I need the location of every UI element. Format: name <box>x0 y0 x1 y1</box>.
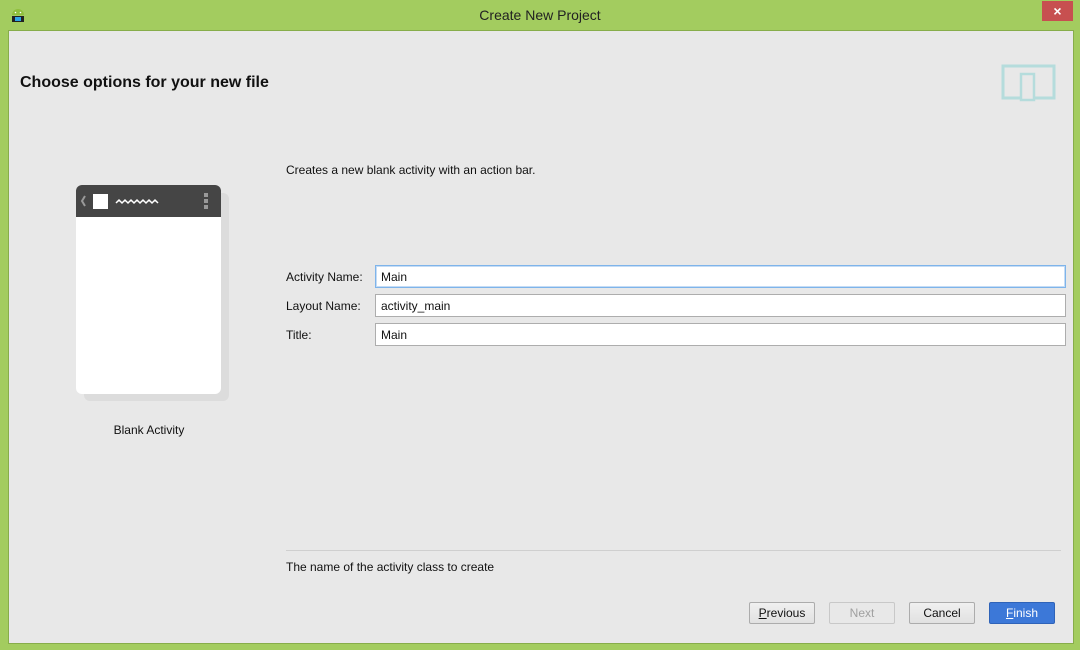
dialog-content: Choose options for your new file Blank A… <box>8 30 1074 644</box>
close-button[interactable]: × <box>1042 1 1073 21</box>
template-description: Creates a new blank activity with an act… <box>286 163 536 177</box>
window-title: Create New Project <box>479 7 601 23</box>
template-name: Blank Activity <box>113 423 185 437</box>
title-label: Title: <box>286 328 312 342</box>
divider <box>286 550 1061 551</box>
layout-name-input[interactable] <box>375 294 1066 317</box>
activity-name-label: Activity Name: <box>286 270 363 284</box>
previous-button[interactable]: Previous <box>749 602 815 624</box>
close-icon: × <box>1053 3 1062 19</box>
next-button[interactable]: Next <box>829 602 895 624</box>
phone-mockup <box>76 185 221 394</box>
cancel-button[interactable]: Cancel <box>909 602 975 624</box>
devices-icon <box>1001 64 1057 109</box>
page-title: Choose options for your new file <box>20 74 269 91</box>
action-bar <box>76 185 221 217</box>
title-squiggle-icon <box>115 198 159 205</box>
title-input[interactable] <box>375 323 1066 346</box>
overflow-menu-icon <box>204 193 208 209</box>
template-preview[interactable] <box>76 185 229 401</box>
finish-button[interactable]: Finish <box>989 602 1055 624</box>
activity-name-input[interactable] <box>375 265 1066 288</box>
title-bar: Create New Project × <box>0 0 1080 31</box>
layout-name-label: Layout Name: <box>286 299 361 313</box>
field-hint: The name of the activity class to create <box>286 560 495 574</box>
app-logo-icon <box>93 194 108 209</box>
back-chevron-icon <box>80 195 86 207</box>
